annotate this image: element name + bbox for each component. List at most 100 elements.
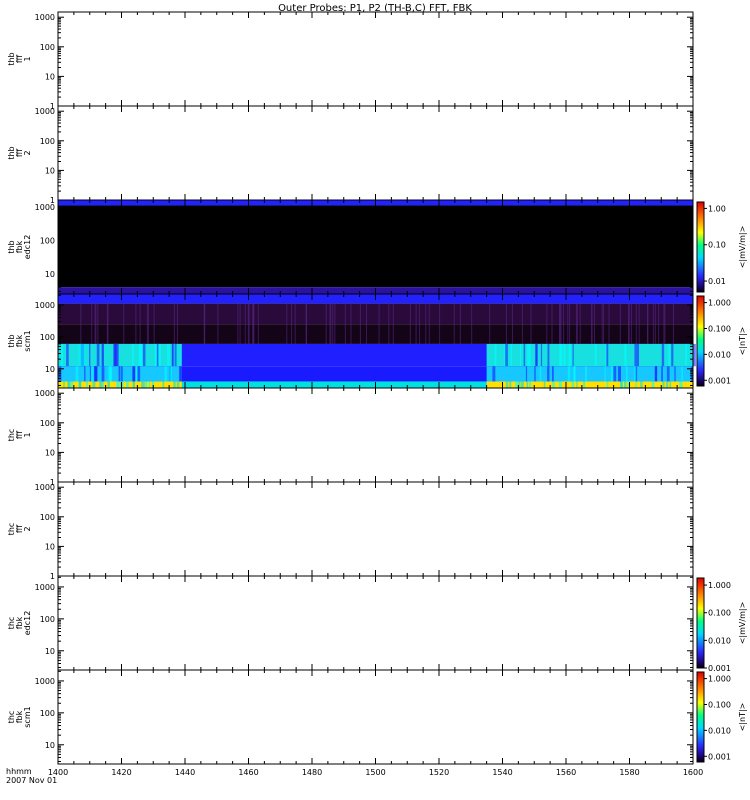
streak <box>661 366 663 382</box>
panel-label: scm1 <box>23 706 32 727</box>
panel-label: edc12 <box>23 235 32 260</box>
streak <box>70 381 74 388</box>
streak <box>627 303 629 344</box>
streak <box>135 303 137 344</box>
streak <box>610 366 614 382</box>
x-tick-label: 1480 <box>302 768 322 777</box>
spectrogram-band-3-2 <box>58 324 693 344</box>
streak <box>546 303 548 344</box>
streak <box>494 343 497 367</box>
streak <box>294 303 296 344</box>
streak <box>505 303 507 344</box>
y-tick-label: 1000 <box>35 203 55 212</box>
streak <box>681 381 683 388</box>
streak <box>453 303 455 344</box>
colorbar-tick-label: 0.10 <box>708 241 726 250</box>
panel-label: edc12 <box>23 611 32 636</box>
streak <box>505 343 508 367</box>
streak <box>572 343 574 367</box>
y-tick-label: 1000 <box>35 301 55 310</box>
streak <box>63 381 65 388</box>
streak <box>95 366 98 382</box>
streak <box>156 343 159 367</box>
colorbar-title: <|mV/m|> <box>738 602 747 645</box>
streak <box>139 303 141 344</box>
spectrogram-band-3-1 <box>58 303 693 325</box>
streak <box>665 381 669 388</box>
colorbar-tick-label: 0.010 <box>708 350 731 359</box>
streak <box>573 366 576 382</box>
streak <box>334 303 336 344</box>
streak <box>567 303 569 344</box>
streak <box>515 381 519 388</box>
streak <box>560 303 562 344</box>
colorbar <box>696 295 705 387</box>
streak <box>547 343 550 367</box>
colorbar-tick-label: 1.000 <box>708 675 731 684</box>
streak <box>526 381 529 388</box>
streak <box>176 381 180 388</box>
streak <box>576 381 578 388</box>
streak <box>286 303 288 344</box>
streak <box>521 303 523 344</box>
streak <box>551 366 554 382</box>
streak <box>89 366 92 382</box>
streak <box>100 381 103 388</box>
streak <box>99 381 101 388</box>
streak <box>666 366 670 382</box>
streak <box>415 303 417 344</box>
y-tick-label: 100 <box>40 709 55 718</box>
y-tick-label: 1 <box>50 572 55 581</box>
streak <box>654 366 657 382</box>
colorbar-tick-label: 0.010 <box>708 726 731 735</box>
streak <box>141 381 143 388</box>
streak <box>617 366 621 382</box>
streak <box>638 303 640 344</box>
streak <box>563 303 565 344</box>
streak <box>459 303 461 344</box>
colorbar-tick-label: 0.010 <box>708 636 731 645</box>
streak <box>661 343 665 367</box>
panel-6: 101001000thc fbk edc120.0010.0100.1001.000… <box>7 575 747 673</box>
streak <box>552 381 555 388</box>
streak <box>568 343 572 367</box>
streak <box>94 366 96 382</box>
streak <box>237 303 239 344</box>
streak <box>97 303 99 344</box>
streak <box>425 303 427 344</box>
streak <box>91 303 93 344</box>
streak <box>509 381 512 388</box>
streak <box>86 381 88 388</box>
streak <box>536 343 538 367</box>
streak <box>658 303 660 344</box>
streak <box>621 381 623 388</box>
y-tick-label: 10 <box>45 741 55 750</box>
streak <box>593 303 595 344</box>
streak <box>174 343 177 367</box>
streak <box>138 343 142 367</box>
colorbar-title: <|nT|> <box>738 327 747 356</box>
figure: Outer Probes: P1, P2 (TH-B,C) FFT, FBK 1… <box>6 3 747 785</box>
streak <box>169 366 172 382</box>
streak <box>82 343 86 367</box>
streak <box>635 381 637 388</box>
panel-5: 1101001000thc fff 2 <box>7 481 694 581</box>
y-tick-label: 10 <box>45 166 55 175</box>
streak <box>148 381 151 388</box>
streak <box>662 381 665 388</box>
panel-frame <box>57 481 694 577</box>
streak <box>173 303 175 344</box>
panels: 1101001000thb fff 11101001000thb fff 2101001… <box>7 11 747 777</box>
streak <box>68 381 71 388</box>
streak <box>378 303 380 344</box>
streak <box>511 303 513 344</box>
streak <box>439 303 441 344</box>
streak <box>571 381 575 388</box>
panel-0: 1101001000thb fff 1 <box>7 11 694 111</box>
panel-label: 1 <box>23 56 32 61</box>
panel-7: 101001000thc fbk scm10.0010.0100.1001.000<… <box>7 669 747 765</box>
streak <box>332 303 334 344</box>
colorbar-title: <|mV/m|> <box>738 226 747 269</box>
panel-label: 2 <box>23 526 32 531</box>
streak <box>113 343 116 367</box>
